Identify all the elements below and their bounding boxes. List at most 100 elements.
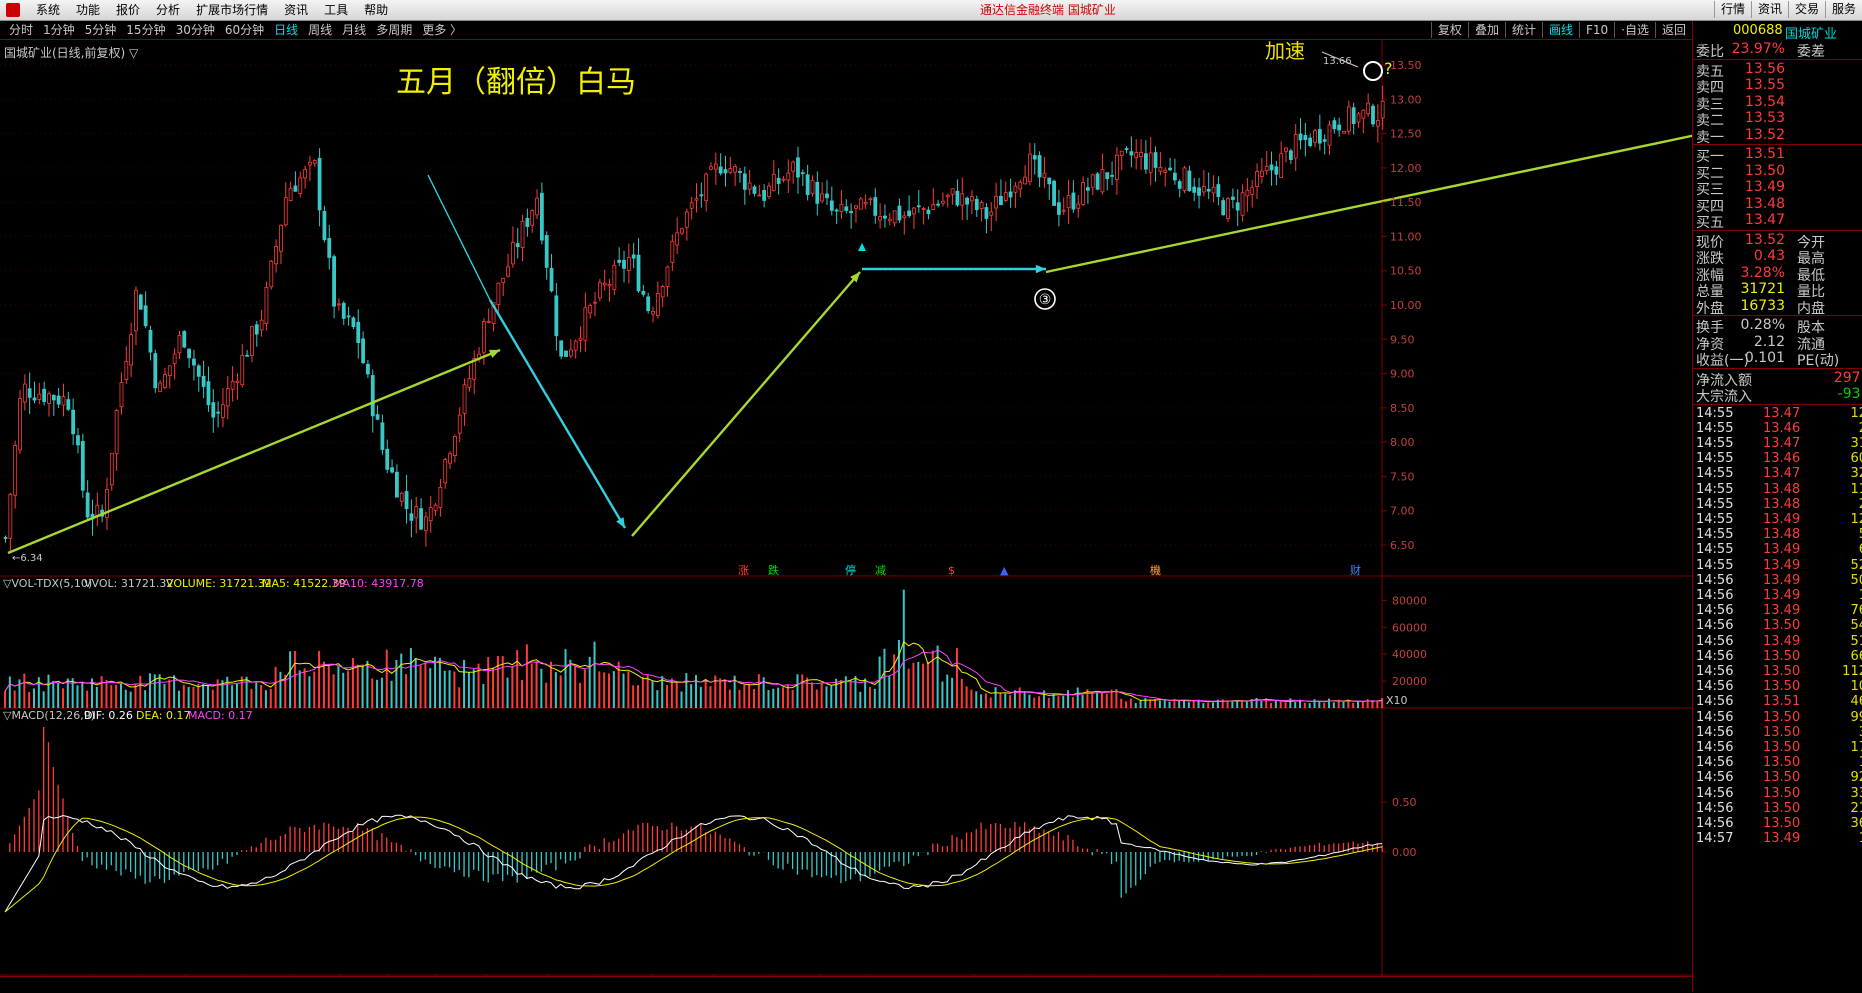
period-tab-9[interactable]: 多周期: [371, 22, 417, 38]
candle-body: [675, 232, 680, 246]
tick-price: 13.47: [1763, 435, 1801, 451]
volume-bar: [313, 671, 316, 708]
event-mark[interactable]: 减: [875, 564, 886, 577]
candle-body: [1298, 133, 1303, 141]
menu-item-1[interactable]: 功能: [68, 2, 108, 18]
menu-item-4[interactable]: 扩展市场行情: [188, 2, 276, 18]
volume-bar: [1294, 702, 1297, 708]
menu-item-0[interactable]: 系统: [28, 2, 68, 18]
tick-price: 13.47: [1763, 466, 1801, 482]
candle-body: [762, 190, 767, 201]
volume-bar: [1076, 687, 1079, 708]
period-tab-8[interactable]: 月线: [337, 22, 371, 38]
tick-price: 13.50: [1763, 709, 1801, 725]
kline-chart-area[interactable]: 五月（翻倍）白马加速?③←6.3413.66 13.5013.0012.5012…: [0, 40, 1692, 976]
peak-circle-annotation: [1363, 61, 1383, 81]
top-button-3[interactable]: 服务: [1824, 1, 1862, 18]
top-button-0[interactable]: 行情: [1713, 1, 1751, 18]
volume-bar: [757, 674, 760, 708]
volume-bar: [1212, 702, 1215, 708]
candle-body: [269, 260, 274, 288]
period-tab-4[interactable]: 30分钟: [171, 22, 220, 38]
candle-body: [1206, 188, 1211, 192]
tick-price: 13.49: [1763, 557, 1801, 573]
volume-bar: [216, 679, 219, 708]
event-mark[interactable]: 财: [1350, 563, 1361, 577]
period-tab-1[interactable]: 1分钟: [38, 22, 80, 38]
tick-volume: 11: [1850, 481, 1862, 497]
tick-time: 14:56: [1696, 648, 1734, 664]
tick-price: 13.48: [1763, 481, 1801, 497]
volume-bar: [767, 690, 770, 708]
period-tab-7[interactable]: 周线: [303, 22, 337, 38]
tool-button-5[interactable]: ·自选: [1614, 22, 1655, 38]
period-tab-10[interactable]: 更多 〉: [417, 22, 467, 38]
menu-item-6[interactable]: 工具: [316, 2, 356, 18]
period-tab-5[interactable]: 60分钟: [220, 22, 269, 38]
tick-price: 13.50: [1763, 663, 1801, 679]
candle-body: [1351, 107, 1356, 124]
tick-time: 14:56: [1696, 603, 1734, 619]
event-mark[interactable]: ▲: [1000, 564, 1009, 577]
stat-row-value: 3.28%: [1740, 264, 1785, 281]
flow-value: -93.: [1837, 386, 1862, 402]
price-tick-label: 13.50: [1390, 59, 1422, 72]
candle-body: [42, 388, 47, 402]
candle-body: [22, 383, 27, 403]
candle-body: [525, 217, 530, 227]
volume-bar: [912, 662, 915, 708]
candle-body: [1061, 209, 1066, 212]
macd-indicator-name: ▽MACD(12,26,9): [3, 709, 95, 722]
candle-body: [119, 382, 124, 408]
volume-bar: [124, 689, 127, 708]
candle-body: [583, 307, 588, 341]
volume-bar: [119, 683, 122, 708]
event-mark[interactable]: 停: [845, 563, 856, 577]
tick-price: 13.49: [1763, 542, 1801, 558]
top-button-2[interactable]: 交易: [1787, 1, 1825, 18]
candle-body: [1028, 153, 1032, 183]
event-mark[interactable]: 跌: [768, 563, 779, 577]
tool-button-0[interactable]: 复权: [1430, 22, 1468, 38]
period-tab-3[interactable]: 15分钟: [121, 22, 170, 38]
volume-bar: [864, 678, 867, 708]
menu-item-3[interactable]: 分析: [148, 2, 188, 18]
candle-body: [225, 388, 230, 407]
candle-body: [283, 197, 288, 226]
volume-bar: [1071, 697, 1074, 708]
period-tab-0[interactable]: 分时: [4, 22, 38, 38]
period-tab-2[interactable]: 5分钟: [80, 22, 122, 38]
event-mark[interactable]: $: [948, 564, 955, 577]
tool-button-1[interactable]: 叠加: [1467, 22, 1505, 38]
top-button-1[interactable]: 资讯: [1750, 1, 1788, 18]
tool-button-4[interactable]: F10: [1578, 22, 1614, 38]
candle-body: [327, 238, 332, 258]
volume-bar: [303, 668, 306, 708]
macd-tick-label: 0.50: [1392, 796, 1417, 809]
candle-body: [481, 321, 486, 353]
candle-body: [1124, 148, 1129, 150]
event-mark[interactable]: 涨: [738, 564, 749, 577]
tool-button-6[interactable]: 返回: [1654, 22, 1692, 38]
menu-item-7[interactable]: 帮助: [356, 2, 396, 18]
volume-bar: [434, 656, 437, 708]
candle-body: [114, 410, 119, 455]
volume-bar: [351, 658, 354, 708]
candle-body: [883, 215, 887, 219]
candle-body: [916, 205, 921, 208]
tool-button-3[interactable]: 画线: [1541, 22, 1579, 38]
candle-body: [597, 282, 602, 299]
period-tab-6[interactable]: 日线: [269, 22, 303, 38]
menu-item-2[interactable]: 报价: [108, 2, 148, 18]
volume-bar: [859, 691, 862, 708]
menu-item-5[interactable]: 资讯: [276, 2, 316, 18]
volume-bar: [110, 685, 113, 708]
candle-body: [626, 257, 631, 271]
candle-body: [742, 173, 747, 190]
volume-bar: [250, 688, 253, 708]
candle-body: [854, 205, 858, 209]
event-mark[interactable]: 機: [1150, 563, 1161, 577]
volume-bar: [1371, 701, 1374, 708]
tool-button-2[interactable]: 统计: [1504, 22, 1542, 38]
volume-bar: [1236, 700, 1239, 708]
